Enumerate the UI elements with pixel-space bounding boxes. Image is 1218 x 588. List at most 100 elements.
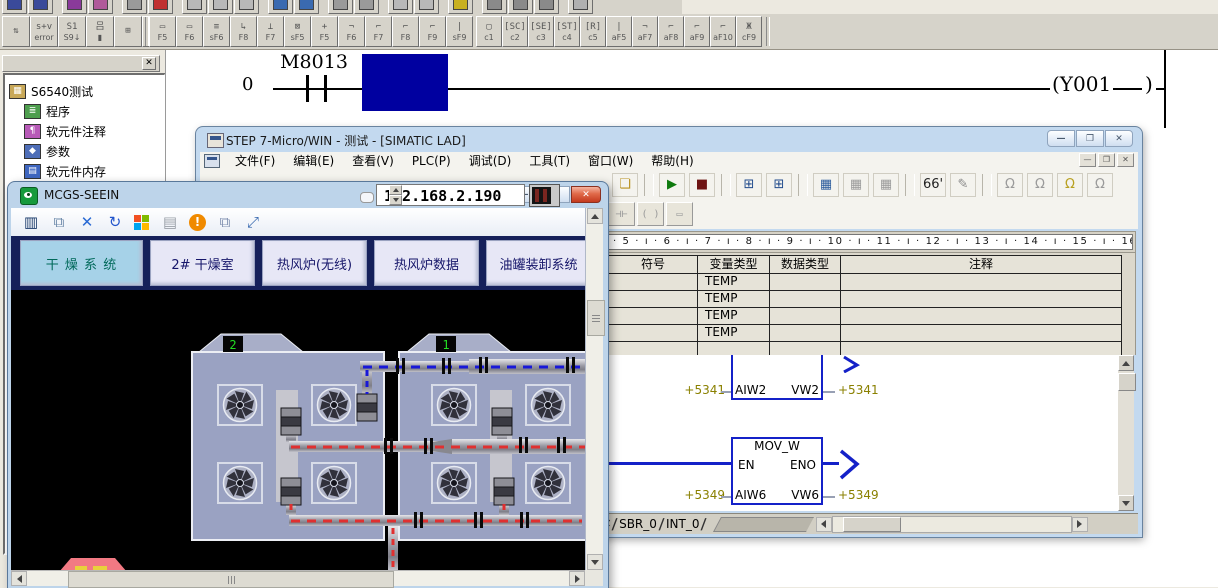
branch-close-button[interactable]: ⌐F8 [392, 16, 419, 47]
scroll-right-button[interactable] [1072, 517, 1088, 532]
coil-insert-icon[interactable]: ( ) [637, 202, 664, 226]
stop-runtime-button[interactable] [529, 184, 560, 207]
stop-button[interactable]: ■ [689, 173, 715, 197]
open-contact-button[interactable]: ▭F5 [149, 16, 176, 47]
table-cell[interactable] [609, 291, 698, 308]
refresh-icon[interactable]: ↻ [104, 211, 126, 233]
af10-button[interactable]: ⌐aF10 [710, 16, 736, 47]
menu-edit[interactable]: 编辑(E) [284, 153, 343, 170]
tab-2-drying-room[interactable]: 2# 干燥室 [150, 240, 255, 286]
close-button[interactable]: ✕ [1105, 130, 1133, 147]
mdi-minimize-button[interactable]: — [1079, 153, 1096, 167]
block-convert-button[interactable]: 吕▮ [86, 16, 114, 47]
grid-view-button[interactable]: ⊞ [114, 16, 142, 47]
close-button[interactable]: ✕ [571, 186, 601, 203]
tree-panel-header[interactable]: ✕ [2, 55, 160, 72]
se-button[interactable]: [SE]c3 [528, 16, 554, 47]
device-test-icon[interactable] [268, 0, 293, 14]
contact-monitor-icon[interactable] [208, 0, 233, 14]
falling-pulse-button[interactable]: ¬F6 [338, 16, 365, 47]
grid-icon[interactable] [122, 0, 147, 14]
scrollbar-track[interactable] [832, 516, 1072, 533]
menu-file[interactable]: 文件(F) [226, 153, 284, 170]
table-cell[interactable] [609, 274, 698, 291]
tree-root-project[interactable]: ▦ S6540测试 [9, 81, 162, 101]
spin-up-button[interactable] [389, 185, 402, 195]
window-tile-icon[interactable] [388, 0, 413, 14]
table-cell[interactable] [609, 308, 698, 325]
status-chart-icon[interactable]: ▦ [813, 173, 839, 197]
table-cell[interactable] [770, 274, 841, 291]
scrollbar-thumb[interactable] [843, 517, 901, 532]
sort-up-icon[interactable] [482, 0, 507, 14]
windows-logo-icon[interactable] [134, 215, 149, 230]
trend-view-icon[interactable]: ▦ [873, 173, 899, 197]
clock-icon[interactable] [294, 0, 319, 14]
af9-button[interactable]: ⌐aF9 [684, 16, 710, 47]
tree-item-device-comment[interactable]: ¶软元件注释 [9, 121, 162, 141]
horizontal-line-button[interactable]: ⌐F9 [419, 16, 446, 47]
menu-window[interactable]: 窗口(W) [579, 153, 642, 170]
closed-contact-button[interactable]: ▭F6 [176, 16, 203, 47]
lock-t-icon[interactable]: Ω [1057, 173, 1083, 197]
table-cell[interactable] [609, 325, 698, 342]
menu-debug[interactable]: 调试(D) [460, 153, 521, 170]
program-block2-icon[interactable]: ⊞ [766, 173, 792, 197]
run-button[interactable]: ▶ [659, 173, 685, 197]
tab-oil-tank-loading[interactable]: 油罐装卸系统 [486, 240, 591, 286]
scroll-down-button[interactable] [1118, 495, 1134, 511]
program-monitor-icon[interactable]: 66' [920, 173, 946, 197]
step7-ladder-editor[interactable]: +5341 AIW2 VW2 +5341 MOV_W EN ENO +5349 … [604, 355, 1119, 511]
program-edit-icon[interactable] [62, 0, 87, 14]
contact-insert-icon[interactable]: ⊣⊢ [608, 202, 635, 226]
scroll-right-button[interactable] [569, 571, 585, 586]
mcgs-horizontal-scrollbar[interactable] [11, 570, 585, 586]
sort-down-icon[interactable] [534, 0, 559, 14]
insert-network-icon[interactable]: ❏ [612, 173, 638, 197]
screens-icon[interactable]: ⧉ [214, 211, 236, 233]
box-insert-icon[interactable]: ▭ [666, 202, 693, 226]
table-cell[interactable] [770, 308, 841, 325]
application-instruction-button[interactable]: ⊠sF5 [284, 16, 311, 47]
error-check-button[interactable]: s+verror [30, 16, 58, 47]
coil-monitor-icon[interactable] [234, 0, 259, 14]
scroll-left-button[interactable] [11, 571, 27, 586]
mcgs-graphics-area[interactable]: 2 1 [11, 290, 585, 570]
mdi-restore-button[interactable]: ❐ [1098, 153, 1115, 167]
maximize-button[interactable]: ❐ [1076, 130, 1104, 147]
coil-button[interactable]: ↳F8 [230, 16, 257, 47]
mdi-close-button[interactable]: ✕ [1117, 153, 1134, 167]
status-chart-pause-icon[interactable]: ▦ [843, 173, 869, 197]
local-variable-table[interactable]: 符号变量类型数据类型注释TEMPTEMPTEMPTEMP [608, 255, 1122, 360]
mcgs-vertical-scrollbar[interactable] [585, 208, 603, 570]
menu-view[interactable]: 查看(V) [343, 153, 403, 170]
runtime-monitor-icon[interactable]: ▥ [20, 211, 42, 233]
table-cell[interactable] [841, 325, 1121, 342]
sc-button[interactable]: [SC]c2 [502, 16, 528, 47]
sort-updown-icon[interactable] [508, 0, 533, 14]
tree-item-parameter[interactable]: ◆参数 [9, 141, 162, 161]
lock-up-icon[interactable]: Ω [1087, 173, 1113, 197]
scrollbar-thumb[interactable] [68, 571, 394, 588]
scroll-left-button[interactable] [816, 517, 832, 532]
table-cell[interactable]: TEMP [698, 308, 770, 325]
cf9-button[interactable]: ЖcF9 [736, 16, 762, 47]
transfer-button[interactable]: ⇅ [2, 16, 30, 47]
menu-help[interactable]: 帮助(H) [642, 153, 702, 170]
scroll-down-button[interactable] [587, 554, 603, 570]
lock-open-icon[interactable]: Ω [1027, 173, 1053, 197]
ladder-symbolic-icon[interactable] [2, 0, 27, 14]
step-run-button[interactable]: S1S9↓ [58, 16, 86, 47]
menu-plc[interactable]: PLC(P) [403, 153, 460, 170]
fullscreen-icon[interactable]: ⤢ [242, 211, 264, 233]
keyboard-icon[interactable] [568, 0, 593, 14]
tab-int-0[interactable]: INT_0 [666, 517, 699, 531]
af5-button[interactable]: |aF5 [606, 16, 632, 47]
table-cell[interactable] [841, 291, 1121, 308]
window-manage-icon[interactable]: ⧉ [48, 211, 70, 233]
tab-sbr-0[interactable]: SBR_0 [619, 517, 657, 531]
table-cell[interactable]: TEMP [698, 274, 770, 291]
dot-grid-icon[interactable] [182, 0, 207, 14]
af8-button[interactable]: ⌐aF8 [658, 16, 684, 47]
close-icon[interactable]: ✕ [142, 57, 156, 70]
